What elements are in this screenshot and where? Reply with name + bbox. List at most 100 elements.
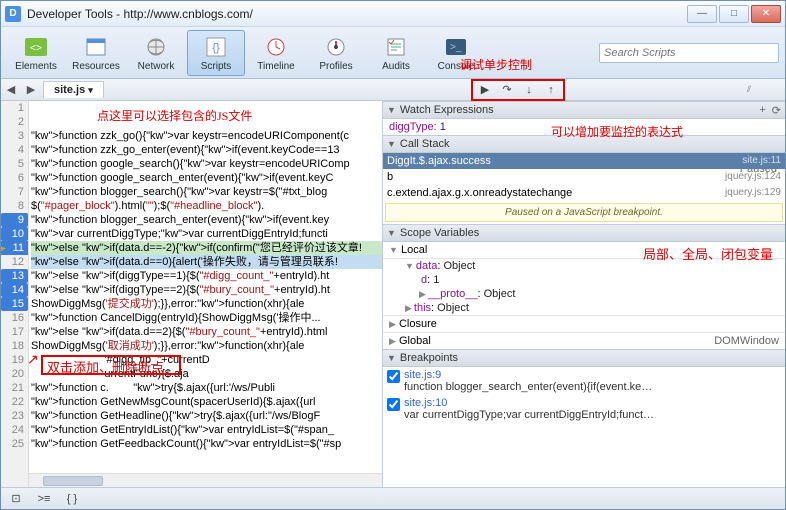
line-number[interactable]: 25: [1, 437, 28, 451]
line-number[interactable]: 1: [1, 101, 28, 115]
tool-elements[interactable]: <>Elements: [7, 30, 65, 76]
maximize-button[interactable]: □: [719, 5, 749, 23]
line-number[interactable]: 10: [1, 227, 28, 241]
tool-scripts[interactable]: {}Scripts: [187, 30, 245, 76]
annotation-breakpoint: 双击添加、删除断点: [43, 359, 168, 376]
line-number[interactable]: 16: [1, 311, 28, 325]
code-line[interactable]: "kw">else "kw">if(data.d==0){alert('操作失败…: [31, 255, 382, 269]
line-number[interactable]: 21: [1, 381, 28, 395]
breakpoint-item[interactable]: site.js:9function blogger_search_enter(e…: [383, 367, 785, 395]
breakpoint-checkbox[interactable]: [387, 370, 400, 383]
code-line[interactable]: "kw">else "kw">if(data.d==2){$("#bury_co…: [31, 325, 382, 339]
line-number[interactable]: 23: [1, 409, 28, 423]
line-number[interactable]: 22: [1, 395, 28, 409]
breakpoints-header[interactable]: ▼Breakpoints: [383, 349, 785, 367]
scope-closure-label: Closure: [399, 318, 437, 330]
profiles-icon: [322, 34, 350, 60]
line-gutter[interactable]: 1234567891011121314151617181920212223242…: [1, 101, 29, 487]
tab-next[interactable]: ▶: [21, 83, 41, 96]
callstack-item[interactable]: c.extend.ajax.g.x.onreadystatechangejque…: [383, 185, 785, 201]
close-button[interactable]: ✕: [751, 5, 781, 23]
code-line[interactable]: "kw">function GetNewMsgCount(spacerUserI…: [31, 395, 382, 409]
line-number[interactable]: 6: [1, 171, 28, 185]
line-number[interactable]: 8: [1, 199, 28, 213]
annotation-debug-step: 调试单步控制: [460, 56, 532, 73]
elements-icon: <>: [22, 34, 50, 60]
code-line[interactable]: "kw">else "kw">if(diggType==2){$("#bury_…: [31, 283, 382, 297]
script-tab-label: site.js: [54, 84, 85, 96]
line-number[interactable]: 12: [1, 255, 28, 269]
search-box[interactable]: [599, 43, 779, 63]
line-number[interactable]: 3: [1, 129, 28, 143]
scope-row[interactable]: d: 1: [383, 273, 785, 287]
code-line[interactable]: "kw">var currentDiggType;"kw">var curren…: [31, 227, 382, 241]
line-number[interactable]: 20: [1, 367, 28, 381]
code-line[interactable]: "kw">function zzk_go(){"kw">var keystr=e…: [31, 129, 382, 143]
breakpoint-item[interactable]: site.js:10var currentDiggType;var curren…: [383, 395, 785, 423]
watch-add-icon[interactable]: +: [759, 104, 765, 117]
tool-profiles[interactable]: Profiles: [307, 30, 365, 76]
code-line[interactable]: "kw">function GetFeedbackCount(){"kw">va…: [31, 437, 382, 451]
code-line[interactable]: "kw">function CancelDigg(entryId){ShowDi…: [31, 311, 382, 325]
line-number[interactable]: 4: [1, 143, 28, 157]
code-line[interactable]: $("#pager_block").html("");$("#headline_…: [31, 199, 382, 213]
script-tab[interactable]: site.js ▾: [43, 81, 104, 98]
footer-console-icon[interactable]: >≡: [35, 491, 53, 507]
watch-header[interactable]: ▼Watch Expressions +⟳: [383, 101, 785, 119]
code-line[interactable]: "kw">function google_search_enter(event)…: [31, 171, 382, 185]
line-number[interactable]: 9: [1, 213, 28, 227]
line-number[interactable]: 5: [1, 157, 28, 171]
code-line[interactable]: "kw">function blogger_search_enter(event…: [31, 213, 382, 227]
tool-audits[interactable]: Audits: [367, 30, 425, 76]
line-number[interactable]: 11: [1, 241, 28, 255]
code-line[interactable]: "kw">function blogger_search(){"kw">var …: [31, 185, 382, 199]
search-input[interactable]: [604, 47, 774, 59]
code-line[interactable]: "kw">function c. "kw">try{$.ajax({url:'/…: [31, 381, 382, 395]
tool-label: Scripts: [201, 61, 232, 72]
h-scrollbar[interactable]: [29, 473, 382, 487]
tool-timeline[interactable]: Timeline: [247, 30, 305, 76]
breakpoint-checkbox[interactable]: [387, 398, 400, 411]
code-line[interactable]: "kw">else "kw">if(data.d==-2){"kw">if(co…: [31, 241, 382, 255]
code-line[interactable]: "kw">function google_search(){"kw">var k…: [31, 157, 382, 171]
source-code[interactable]: "kw">function zzk_go(){"kw">var keystr=e…: [29, 101, 382, 473]
callstack-title: Call Stack: [400, 138, 450, 150]
resources-icon: [82, 34, 110, 60]
code-line[interactable]: ShowDiggMsg('提交成功');}},error:"kw">functi…: [31, 297, 382, 311]
footer-dock-icon[interactable]: ⊡: [7, 491, 25, 507]
line-number[interactable]: 13: [1, 269, 28, 283]
scope-row[interactable]: ▶this: Object: [383, 301, 785, 315]
line-number[interactable]: 19: [1, 353, 28, 367]
step-over-button[interactable]: ↷: [496, 82, 518, 98]
annotation-box: 双击添加、删除断点: [41, 355, 181, 375]
code-line[interactable]: "kw">else "kw">if(diggType==1){$("#digg_…: [31, 269, 382, 283]
step-into-button[interactable]: ↓: [518, 82, 540, 98]
code-line[interactable]: "kw">function GetHeadline(){"kw">try{$.a…: [31, 409, 382, 423]
line-number[interactable]: 24: [1, 423, 28, 437]
callstack-item[interactable]: DiggIt.$.ajax.successsite.js:11: [383, 153, 785, 169]
tab-prev[interactable]: ◀: [1, 83, 21, 96]
footer-pretty-icon[interactable]: { }: [63, 491, 81, 507]
tool-network[interactable]: Network: [127, 30, 185, 76]
minimize-button[interactable]: —: [687, 5, 717, 23]
line-number[interactable]: 2: [1, 115, 28, 129]
line-number[interactable]: 14: [1, 283, 28, 297]
scope-header[interactable]: ▼Scope Variables: [383, 224, 785, 242]
scope-local-label: Local: [401, 244, 427, 256]
step-out-button[interactable]: ↑: [540, 82, 562, 98]
line-number[interactable]: 7: [1, 185, 28, 199]
code-line[interactable]: ShowDiggMsg('取消成功');}},error:"kw">functi…: [31, 339, 382, 353]
code-line[interactable]: "kw">function GetEntryIdList(){"kw">var …: [31, 423, 382, 437]
line-number[interactable]: 15: [1, 297, 28, 311]
code-line[interactable]: "kw">function zzk_go_enter(event){"kw">i…: [31, 143, 382, 157]
callstack-item[interactable]: bjquery.js:124: [383, 169, 785, 185]
line-number[interactable]: 18: [1, 339, 28, 353]
tool-label: Timeline: [257, 61, 294, 72]
resume-button[interactable]: ▶: [474, 82, 496, 98]
tool-resources[interactable]: Resources: [67, 30, 125, 76]
scripts-icon: {}: [202, 34, 230, 60]
scope-row[interactable]: ▶__proto__: Object: [383, 287, 785, 301]
annotation-scope: 局部、全局、闭包变量: [643, 244, 773, 263]
line-number[interactable]: 17: [1, 325, 28, 339]
watch-refresh-icon[interactable]: ⟳: [772, 104, 781, 117]
